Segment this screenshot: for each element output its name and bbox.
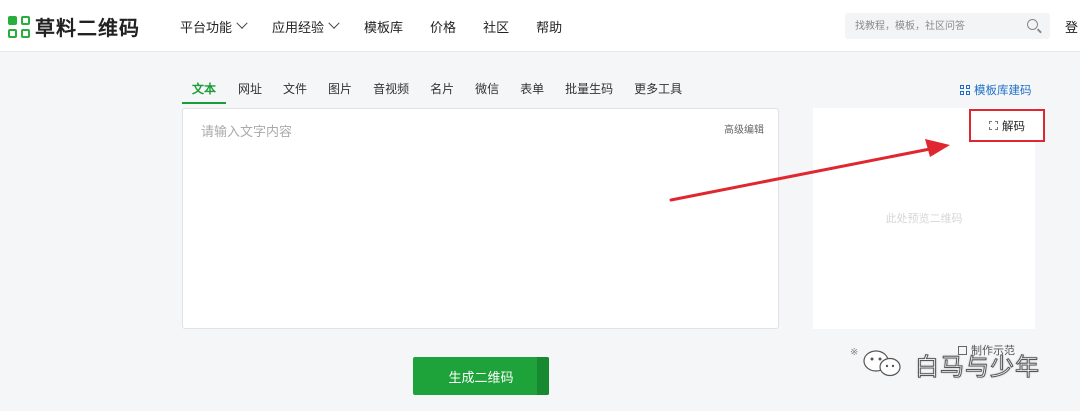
template-library-link[interactable]: 模板库建码 (960, 82, 1032, 98)
text-content-input[interactable] (183, 109, 778, 328)
tab-audio-video[interactable]: 音视频 (373, 80, 409, 104)
brand-name: 草料二维码 (35, 16, 140, 40)
tab-batch-generate[interactable]: 批量生码 (565, 80, 613, 104)
scan-icon (989, 121, 998, 130)
tab-text[interactable]: 文本 (182, 80, 227, 104)
watermark-text: 白马与少年 (915, 353, 1040, 382)
content-type-tabs: 文本 网址 文件 图片 音视频 名片 微信 表单 批量生码 更多工具 (182, 80, 703, 104)
qr-code-icon (960, 85, 970, 95)
nav-templates[interactable]: 模板库 (364, 17, 403, 36)
tab-more-tools[interactable]: 更多工具 (634, 80, 682, 104)
chevron-down-icon (328, 17, 340, 29)
advanced-edit-link[interactable]: 高级编辑 (724, 121, 764, 136)
generate-qr-button[interactable]: 生成二维码 (413, 357, 549, 395)
nav-pricing[interactable]: 价格 (430, 17, 456, 36)
top-header: 草料二维码 平台功能 应用经验 模板库 价格 社区 帮助 登 (0, 0, 1080, 52)
nav-label: 平台功能 (180, 20, 233, 36)
button-edge (537, 357, 549, 395)
nav-application-experience[interactable]: 应用经验 (272, 17, 340, 36)
template-link-label: 模板库建码 (974, 83, 1032, 97)
nav-label: 模板库 (364, 20, 404, 36)
logo-icon (8, 15, 30, 38)
nav-label: 价格 (430, 20, 457, 36)
nav-label: 应用经验 (272, 20, 325, 36)
nav-label: 社区 (483, 20, 510, 36)
nav-help[interactable]: 帮助 (536, 17, 562, 36)
login-link[interactable]: 登 (1065, 17, 1078, 36)
tab-file[interactable]: 文件 (283, 80, 307, 104)
tab-form[interactable]: 表单 (520, 80, 544, 104)
tab-image[interactable]: 图片 (328, 80, 352, 104)
generate-button-label: 生成二维码 (448, 369, 514, 385)
nav-label: 帮助 (536, 20, 563, 36)
tab-wechat[interactable]: 微信 (475, 80, 499, 104)
tab-business-card[interactable]: 名片 (430, 80, 454, 104)
search-input[interactable] (845, 13, 1015, 39)
search-box (845, 13, 1050, 39)
preview-placeholder: 此处预览二维码 (885, 212, 963, 225)
decode-label: 解码 (1002, 118, 1025, 133)
nav-community[interactable]: 社区 (483, 17, 509, 36)
search-icon[interactable] (1027, 19, 1038, 30)
chevron-down-icon (236, 17, 248, 29)
svg-text:※: ※ (850, 347, 858, 358)
brand-logo[interactable]: 草料二维码 (8, 12, 140, 41)
tab-url[interactable]: 网址 (238, 80, 262, 104)
main-nav: 平台功能 应用经验 模板库 价格 社区 帮助 (180, 0, 562, 52)
wechat-icon: ※ (850, 347, 901, 377)
nav-platform-features[interactable]: 平台功能 (180, 17, 248, 36)
decode-button[interactable]: 解码 (969, 109, 1045, 142)
text-editor-card: 高级编辑 (182, 108, 779, 329)
